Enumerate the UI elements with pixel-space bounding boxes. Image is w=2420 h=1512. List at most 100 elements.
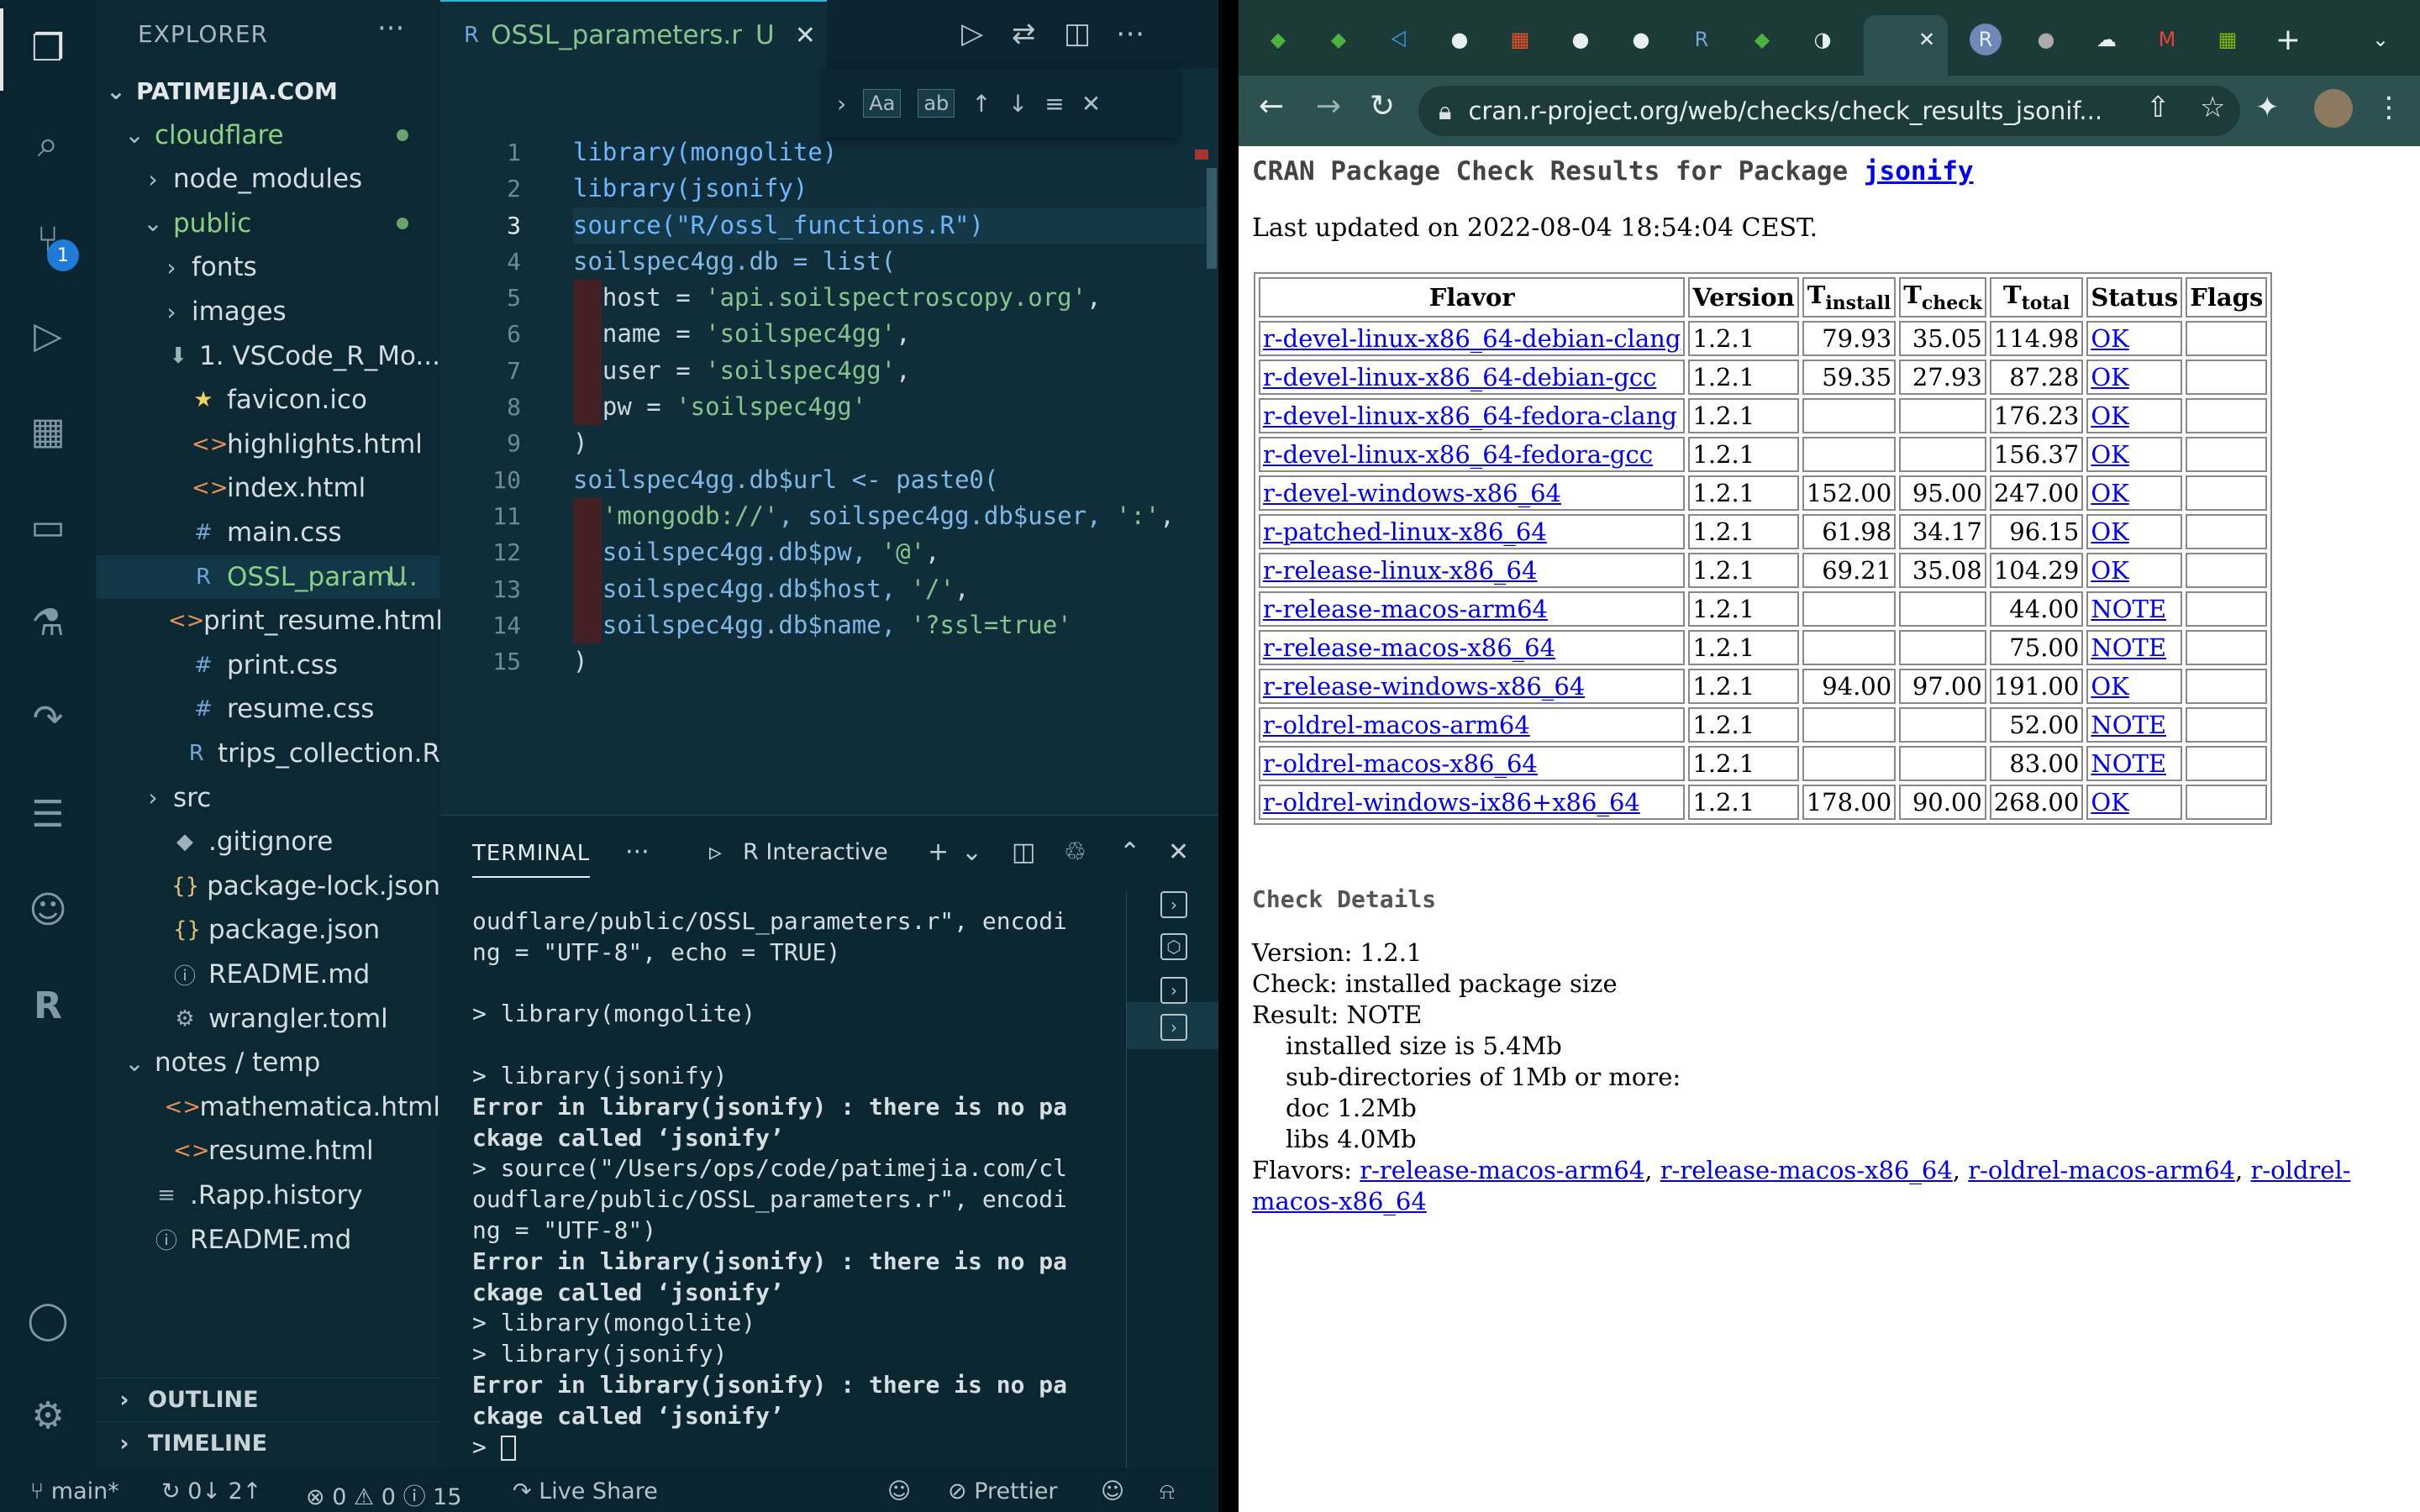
tree-item[interactable]: <> index.html [96, 466, 440, 510]
reload-icon[interactable]: ↻ [1370, 89, 1395, 123]
tree-item[interactable]: ⌄ public [96, 202, 440, 245]
tree-item[interactable]: ⓘ README.md [96, 953, 440, 996]
status-link[interactable]: OK [2091, 479, 2128, 507]
r-tab-icon[interactable]: R [1970, 24, 2002, 55]
explorer-more-icon[interactable]: ··· [377, 12, 404, 45]
tree-item[interactable]: ⚙ wrangler.toml [96, 997, 440, 1041]
split-editor-icon[interactable]: ◫ [1064, 17, 1091, 50]
tree-item[interactable]: ⌄ notes / temp [96, 1041, 440, 1084]
flavor-link[interactable]: r-patched-linux-x86_64 [1263, 517, 1547, 546]
terminal-icon[interactable]: › [1160, 891, 1187, 918]
github-tab-icon[interactable]: ● [1444, 24, 1476, 55]
find-in-selection-icon[interactable]: ≡ [1044, 90, 1064, 118]
r-tab-icon[interactable]: R [1686, 24, 1718, 55]
status-link[interactable]: OK [2091, 788, 2128, 816]
tree-item[interactable]: › fonts [96, 245, 440, 289]
github-tab-icon[interactable]: ● [1565, 24, 1597, 55]
forward-icon[interactable]: → [1316, 89, 1341, 123]
terminal-icon[interactable]: › [1160, 1014, 1187, 1041]
status-link[interactable]: OK [2091, 324, 2128, 353]
tab-terminal[interactable]: TERMINAL [472, 841, 591, 878]
run-debug-icon[interactable]: ▷ [22, 309, 74, 361]
terminal-icon[interactable]: › [1160, 977, 1187, 1004]
tree-item[interactable]: ⌄ PATIMEJIA.COM [96, 69, 440, 113]
tree-item[interactable]: {} package-lock.json [96, 864, 440, 908]
chevron-right-icon[interactable]: › [837, 90, 846, 118]
branch-status[interactable]: ⑂ main* [30, 1478, 119, 1504]
panel-more-icon[interactable]: ··· [625, 837, 650, 867]
tree-item[interactable]: › src [96, 776, 440, 820]
compare-changes-icon[interactable]: ⇄ [1012, 17, 1036, 50]
terminal-prompt-line[interactable]: > [472, 1432, 1044, 1463]
arrow-down-icon[interactable]: ↓ [1008, 90, 1028, 118]
status-link[interactable]: OK [2091, 517, 2128, 546]
trash-icon[interactable]: ♲ [1064, 837, 1086, 867]
tree-item[interactable]: ⬇ 1. VSCode_R_Mo... [96, 334, 440, 378]
mongodb-tab-icon[interactable]: ◆ [1262, 24, 1294, 55]
mongodb-tab-icon[interactable]: ◆ [1323, 24, 1355, 55]
tree-item[interactable]: ⓘ README.md [96, 1218, 440, 1262]
github-tab-icon[interactable]: ● [1625, 24, 1657, 55]
extensions-icon[interactable]: ▦ [22, 405, 74, 457]
terminal-name[interactable]: R Interactive [743, 839, 888, 865]
package-link[interactable]: jsonify [1864, 156, 1974, 186]
status-link[interactable]: NOTE [2091, 711, 2166, 739]
close-icon[interactable]: ✕ [1911, 24, 1943, 55]
status-link[interactable]: NOTE [2091, 633, 2166, 662]
copilot-icon[interactable]: ☺ [22, 884, 74, 936]
tree-item[interactable]: <> mathematica.html [96, 1085, 440, 1129]
tab-ossl-parameters[interactable]: R OSSL_parameters.r U ✕ [440, 0, 827, 69]
flavor-link[interactable]: r-oldrel-macos-arm64 [1968, 1156, 2235, 1184]
flavor-link[interactable]: r-release-windows-x86_64 [1263, 672, 1585, 701]
outline-section[interactable]: › OUTLINE [96, 1378, 440, 1421]
explorer-icon[interactable]: ❐ [22, 22, 74, 74]
problems-status[interactable]: ⊗ 0 ⚠ 0 ⓘ 15 [306, 1478, 462, 1511]
notifications-bell-icon[interactable]: ⍾ [1160, 1478, 1175, 1505]
flavor-link[interactable]: r-devel-linux-x86_64-fedora-clang [1263, 402, 1677, 430]
tab-search-chevron-icon[interactable]: ⌄ [2365, 24, 2396, 55]
status-link[interactable]: OK [2091, 363, 2128, 391]
avatar-tab-icon[interactable]: ● [2030, 24, 2062, 55]
flavor-link[interactable]: r-devel-windows-x86_64 [1263, 479, 1561, 507]
run-icon[interactable]: ▷ [961, 17, 983, 50]
bookmark-star-icon[interactable]: ☆ [2200, 91, 2225, 124]
profile-avatar[interactable] [2314, 89, 2353, 128]
code-area[interactable]: library(mongolite) library(jsonify) source… [573, 134, 1212, 680]
close-icon[interactable]: ✕ [795, 21, 816, 50]
status-link[interactable]: OK [2091, 440, 2128, 469]
tree-item[interactable]: ★ favicon.ico [96, 378, 440, 422]
flavor-link[interactable]: r-release-macos-x86_64 [1263, 633, 1555, 662]
tree-item[interactable]: {} package.json [96, 908, 440, 952]
live-share-icon[interactable]: ↷ [22, 692, 74, 744]
gmail-tab-icon[interactable]: M [2151, 24, 2183, 55]
status-link[interactable]: NOTE [2091, 595, 2166, 623]
address-bar[interactable]: 🔒︎ cran.r-project.org/web/checks/check_r… [1418, 86, 2240, 136]
manage-gear-icon[interactable]: ⚙ [22, 1389, 74, 1441]
flavor-link[interactable]: r-oldrel-macos-arm64 [1263, 711, 1530, 739]
match-case-toggle[interactable]: Aa [863, 89, 902, 118]
search-icon[interactable]: ⌕ [22, 118, 74, 170]
flavor-link[interactable]: r-release-macos-arm64 [1263, 595, 1548, 623]
timeline-section[interactable]: › TIMELINE [96, 1421, 440, 1465]
terminal-output[interactable]: oudflare/public/OSSL_parameters.r", enco… [472, 906, 1067, 1463]
tree-item[interactable]: <> resume.html [96, 1129, 440, 1173]
terminal-icon[interactable]: ⬡ [1160, 933, 1187, 960]
new-terminal-icon[interactable]: + [928, 837, 949, 867]
whole-word-toggle[interactable]: ab [918, 89, 955, 118]
chrome-menu-icon[interactable]: ⋮ [2375, 91, 2403, 124]
tree-item[interactable]: ◆ .gitignore [96, 820, 440, 864]
feedback-icon[interactable]: ☺ [1101, 1478, 1124, 1504]
status-link[interactable]: OK [2091, 556, 2128, 585]
microsoft-tab-icon[interactable]: ▦ [1504, 24, 1536, 55]
sync-status[interactable]: ↻ 0↓ 2↑ [161, 1478, 261, 1504]
live-share-status[interactable]: ↷ Live Share [513, 1478, 658, 1504]
tree-item[interactable]: Rtrips_collection.R [96, 732, 440, 775]
status-link[interactable]: OK [2091, 672, 2128, 701]
vscode-tab-icon[interactable]: ⨞ [1383, 24, 1415, 55]
maximize-panel-icon[interactable]: ⌃ [1119, 837, 1140, 867]
tree-item[interactable]: # print.css [96, 643, 440, 687]
flavor-link[interactable]: r-release-macos-x86_64 [1660, 1156, 1953, 1184]
more-actions-icon[interactable]: ⋯ [1116, 17, 1144, 50]
tree-item[interactable]: # resume.css [96, 687, 440, 731]
flavor-link[interactable]: r-oldrel-windows-ix86+x86_64 [1263, 788, 1640, 816]
